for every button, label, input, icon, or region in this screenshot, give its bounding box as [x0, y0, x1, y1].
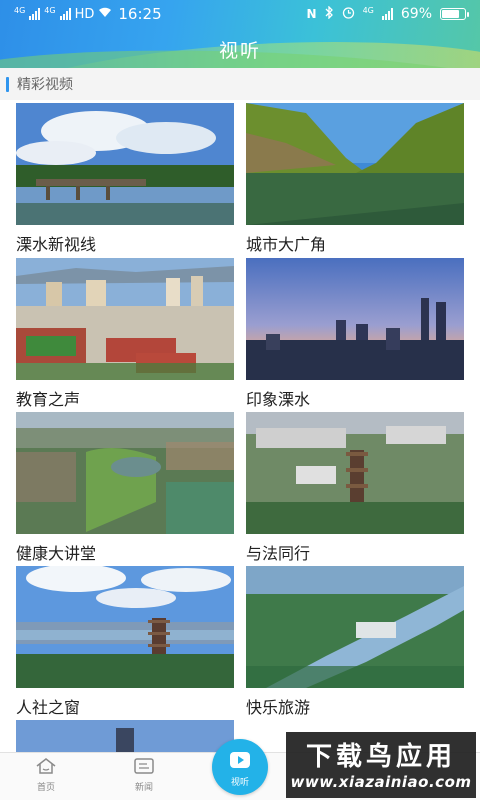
nav-av[interactable]: 视听	[212, 739, 268, 795]
video-thumbnail[interactable]	[246, 412, 464, 534]
video-title: 城市大广角	[246, 235, 327, 254]
video-title: 人社之窗	[16, 698, 81, 717]
network-type-2: 4G	[44, 5, 56, 15]
signal-icon-2	[59, 8, 71, 20]
page-title: 视听	[218, 40, 261, 62]
section-header: 精彩视频	[0, 68, 480, 100]
nav-news-label: 新闻	[134, 783, 153, 793]
battery-icon	[440, 8, 469, 20]
watermark-url: www.xiazainiao.com	[290, 773, 472, 791]
signal-icon-3	[381, 8, 393, 20]
video-thumbnail[interactable]	[16, 566, 234, 688]
nav-home-label: 首页	[36, 783, 55, 793]
section-title: 精彩视频	[17, 77, 73, 93]
clock-time: 16:25	[118, 5, 162, 23]
video-title: 健康大讲堂	[16, 544, 97, 563]
network-type-3: 4G	[362, 5, 374, 15]
network-type-1: 4G	[14, 5, 26, 15]
news-icon	[134, 758, 154, 774]
nav-av-label: 视听	[230, 778, 249, 788]
hd-badge: HD	[74, 6, 95, 22]
video-title: 溧水新视线	[16, 235, 97, 254]
home-icon	[36, 758, 56, 774]
video-thumbnail[interactable]	[246, 103, 464, 225]
video-title: 与法同行	[246, 544, 311, 563]
video-thumbnail[interactable]	[16, 103, 234, 225]
battery-percent: 69%	[400, 6, 432, 22]
video-title: 教育之声	[16, 390, 81, 409]
bluetooth-icon	[325, 4, 334, 23]
nav-news[interactable]: 新闻	[114, 757, 174, 793]
video-title: 印象溧水	[246, 390, 311, 409]
section-accent-bar	[6, 76, 9, 92]
video-play-icon	[230, 752, 250, 768]
signal-icon	[29, 8, 41, 20]
video-title: 快乐旅游	[246, 698, 311, 717]
nfc-icon: N	[306, 7, 317, 21]
video-thumbnail[interactable]	[246, 258, 464, 380]
watermark-title: 下载鸟应用	[305, 742, 456, 772]
video-thumbnail[interactable]	[16, 720, 234, 752]
app-header: 4G 4G HD 16:25 N 4G 69% 视听	[0, 0, 480, 68]
video-thumbnail[interactable]	[16, 412, 234, 534]
nav-home[interactable]: 首页	[16, 757, 76, 793]
alarm-icon	[342, 6, 355, 23]
wifi-icon	[98, 6, 112, 22]
watermark-logo: 下载鸟应用 www.xiazainiao.com	[286, 732, 476, 798]
status-bar: 4G 4G HD 16:25 N 4G 69%	[0, 0, 480, 28]
video-thumbnail[interactable]	[246, 566, 464, 688]
video-thumbnail[interactable]	[16, 258, 234, 380]
